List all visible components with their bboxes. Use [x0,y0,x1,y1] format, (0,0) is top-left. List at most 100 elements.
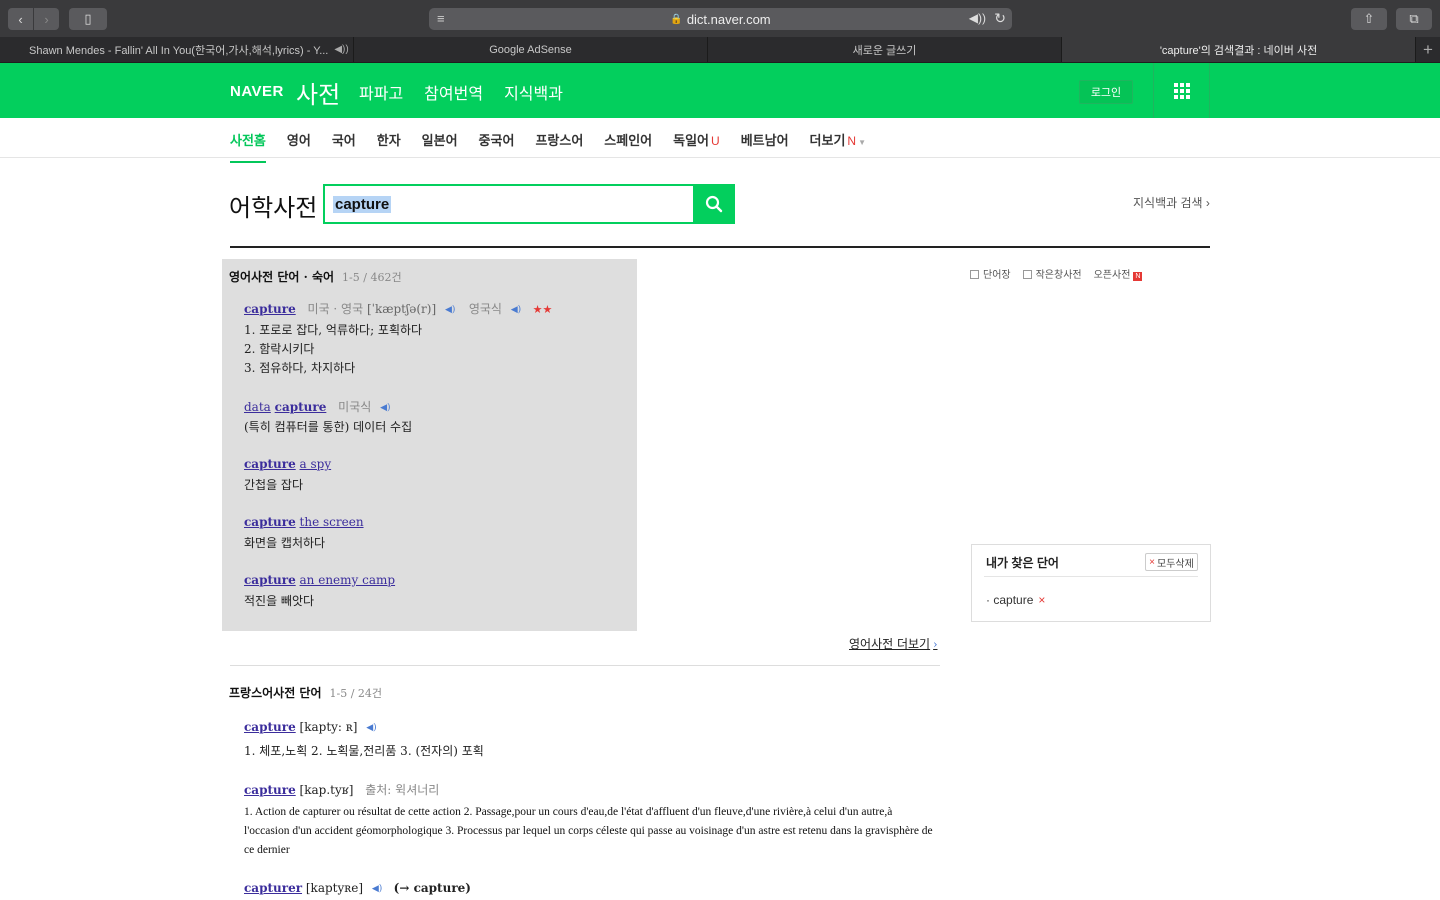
pronunciation: [ˈkæptʃə(r)] [366,302,437,316]
search-title: 어학사전 [229,195,318,222]
meaning: 적진을 빼앗다 [244,594,315,608]
search-input[interactable]: capture [323,184,695,224]
new-tab-icon[interactable]: + [1416,37,1440,62]
headword-link[interactable]: capturer [244,881,302,895]
entry-capture-enemy-camp: capture an enemy camp [244,573,395,587]
speaker-icon[interactable]: ◀) [372,884,384,894]
recent-title: 내가 찾은 단어 [986,556,1059,570]
meaning: 간첩을 잡다 [244,478,304,492]
url-text: dict.naver.com [686,11,771,27]
cat-home[interactable]: 사전홈 [230,130,266,163]
tab-naver-dict[interactable]: 'capture'의 검색결과 : 네이버 사전 [1062,37,1416,62]
meaning: 1. Action de capturer ou résultat de cet… [244,806,933,856]
entry-capture-the-screen: capture the screen [244,515,364,529]
importance-stars: ★★ [532,303,553,316]
cat-korean[interactable]: 국어 [332,130,356,163]
delete-all-button[interactable]: × 모두삭제 [1145,553,1198,571]
source-label: 출처: 윅셔너리 [365,783,440,797]
headword-link[interactable]: capture [244,720,296,734]
meaning: 1. 포로로 잡다, 억류하다; 포획하다 [244,323,423,337]
cat-spanish[interactable]: 스페인어 [604,130,652,163]
headword-link[interactable]: capture [275,400,327,414]
naver-logo[interactable]: NAVER [230,83,284,100]
headword-rest[interactable]: an enemy camp [300,573,396,587]
search-query[interactable]: capture [333,195,392,213]
cat-label: 독일어 [673,133,710,148]
tool-label: 단어장 [983,270,1011,281]
back-icon[interactable]: ‹ [8,8,33,30]
cat-french[interactable]: 프랑스어 [535,130,583,163]
share-icon[interactable]: ⇧ [1351,8,1387,30]
update-badge: U [711,134,720,148]
meaning: 3. 점유하다, 차지하다 [244,361,356,375]
link-translate[interactable]: 참여번역 [424,80,483,104]
tab-youtube[interactable]: Shawn Mendes - Fallin' All In You(한국어,가사… [0,37,354,62]
address-bar[interactable]: ≡ 🔒 dict.naver.com ◀)) ↻ [429,8,1012,30]
link-knowledge[interactable]: 지식백과 [504,80,563,104]
meaning: 1. 체포,노획 2. 노획물,전리품 3. (전자의) 포획 [244,744,484,758]
speaker-icon[interactable]: ◀) [511,305,523,315]
caret-down-icon: ▼ [858,138,867,147]
headword-rest[interactable]: a spy [300,457,332,471]
divider [230,246,1210,248]
tab-adsense[interactable]: Google AdSense [354,37,708,62]
speaker-icon[interactable]: ◀) [380,403,392,413]
cat-vietnamese[interactable]: 베트남어 [741,130,789,163]
sidebar-toggle-icon[interactable]: ▯ [69,8,107,30]
cat-japanese[interactable]: 일본어 [422,130,458,163]
cat-german[interactable]: 독일어 U [673,130,720,163]
tab-overview-icon[interactable]: ⧉ [1396,8,1432,30]
pronunciation: [kap.tyʁ] [299,783,354,797]
remove-icon[interactable]: × [1038,593,1045,607]
cat-english[interactable]: 영어 [287,130,311,163]
headword-link[interactable]: capture [244,515,296,529]
recent-word[interactable]: capture [993,593,1033,607]
headword-link[interactable]: capture [244,783,296,797]
reload-icon[interactable]: ↻ [994,10,1006,27]
app-menu-button[interactable] [1153,63,1210,118]
category-nav: 사전홈 영어 국어 한자 일본어 중국어 프랑스어 스페인어 독일어 U 베트남어… [0,118,1440,163]
close-icon: × [1149,556,1156,568]
reader-icon[interactable]: ≡ [437,11,445,26]
forward-icon[interactable]: › [34,8,59,30]
headword-rest[interactable]: the screen [300,515,364,529]
link-papago[interactable]: 파파고 [359,80,403,104]
entry-fr-capture-2: capture [kap.tyʁ] 출처: 윅셔너리 [244,781,439,798]
window-icon [1022,270,1032,279]
mini-dict-link[interactable]: 작은창사전 [1022,266,1082,281]
search-button[interactable] [693,184,735,224]
cat-more[interactable]: 더보기 N ▼ [810,130,866,163]
tab-audio-icon[interactable]: ◀)) [334,44,348,55]
cat-hanja[interactable]: 한자 [377,130,401,163]
naver-header: NAVER 사전 파파고 참여번역 지식백과 로그인 [0,63,1440,118]
recent-item[interactable]: · capture × [986,593,1045,607]
recent-words-panel: 내가 찾은 단어 × 모두삭제 · capture × [971,544,1211,622]
open-dict-link[interactable]: 오픈사전 N [1094,266,1143,281]
new-badge: N [847,134,857,148]
tool-label: 오픈사전 [1093,270,1131,281]
section-heading: 프랑스어사전 단어 1-5 / 24건 [229,684,382,701]
entry-capture: capture 미국 · 영국 [ˈkæptʃə(r)] ◀) 영국식 ◀) ★… [244,300,552,317]
new-badge: N [1133,272,1143,281]
wordbook-link[interactable]: 단어장 [970,266,1011,281]
cross-reference[interactable]: (→ capture) [394,881,471,895]
heading-text: 영어사전 단어 · 숙어 [229,270,335,284]
more-english-link[interactable]: 영어사전 더보기 › [849,635,938,652]
headword-link[interactable]: capture [244,457,296,471]
lock-icon: 🔒 [670,13,683,25]
tab-bar: Shawn Mendes - Fallin' All In You(한국어,가사… [0,37,1440,63]
delete-all-label: 모두삭제 [1157,558,1194,570]
cat-chinese[interactable]: 중국어 [479,130,515,163]
speaker-icon[interactable]: ◀) [445,305,457,315]
headword-link[interactable]: capture [244,573,296,587]
dict-title[interactable]: 사전 [296,75,340,110]
headword-prefix[interactable]: data [244,400,271,414]
speaker-icon[interactable]: ◀) [366,723,378,733]
login-button[interactable]: 로그인 [1079,80,1133,104]
audio-icon[interactable]: ◀)) [969,11,986,25]
knowledge-search-link[interactable]: 지식백과 검색 › [1133,194,1210,211]
pron-label-uk: 영국식 [468,302,502,316]
pron-label: 미국 · 영국 [307,302,364,316]
tab-new-post[interactable]: 새로운 글쓰기 [708,37,1062,62]
headword-link[interactable]: capture [244,302,296,316]
